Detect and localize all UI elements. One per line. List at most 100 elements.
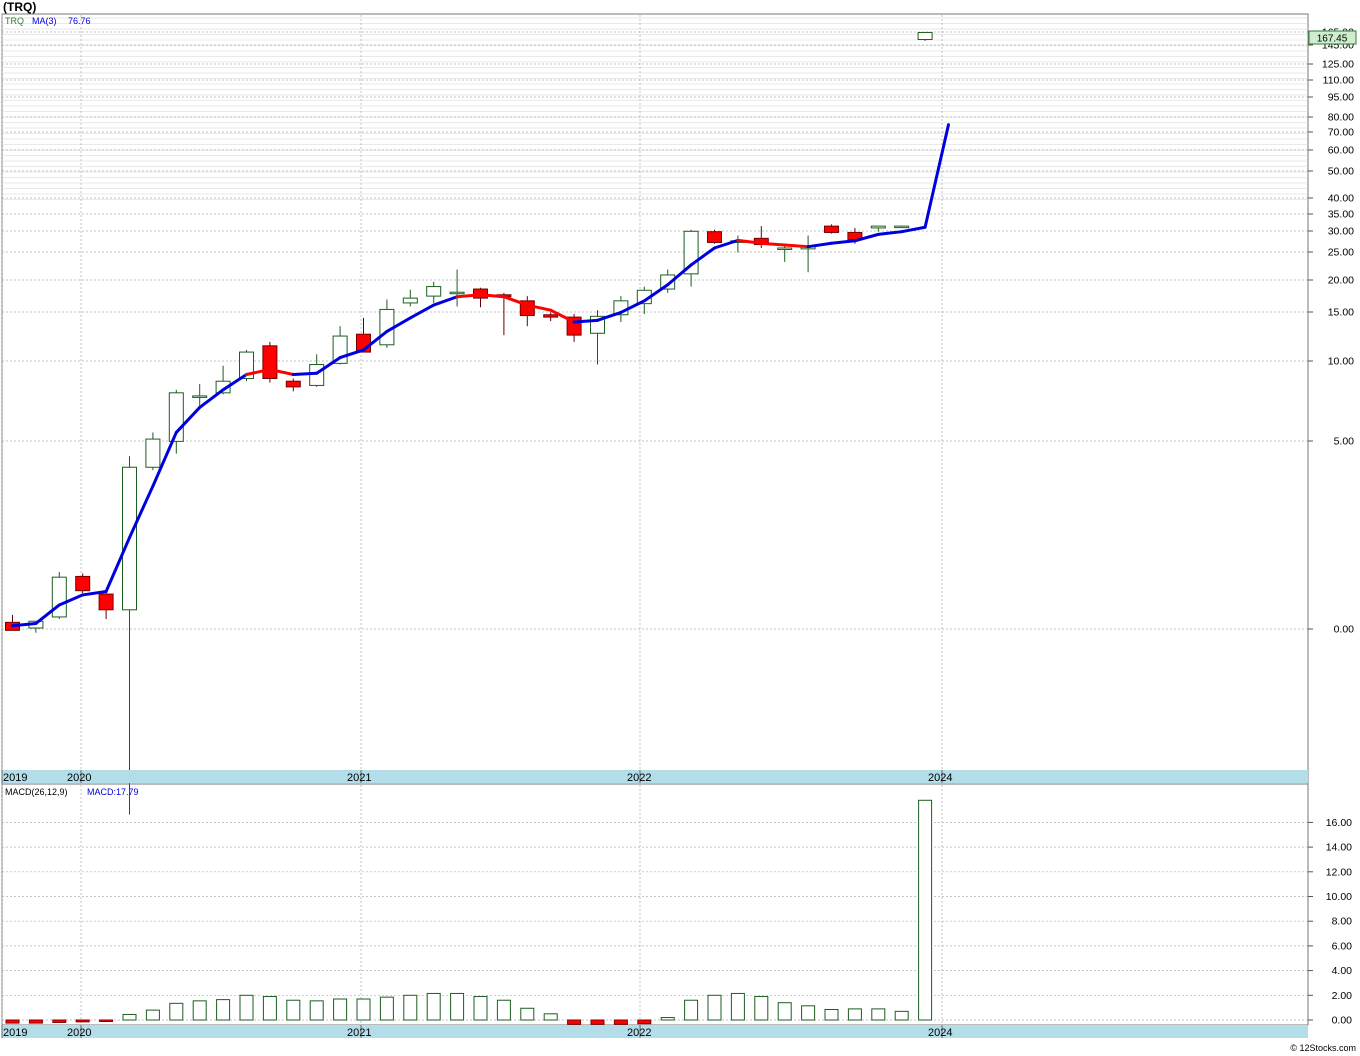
candle	[262, 341, 278, 383]
macd-bar	[520, 1007, 535, 1021]
macd-bar	[145, 1009, 160, 1021]
macd-bar	[333, 998, 348, 1021]
macd-bar	[543, 1013, 558, 1021]
macd-bar	[871, 1008, 886, 1021]
price-tick-label: 80.00	[1328, 112, 1354, 124]
macd-bar	[28, 1019, 43, 1024]
macd-tick-label: 12.00	[1326, 866, 1352, 878]
price-tick-label: 125.00	[1322, 59, 1354, 71]
macd-bar	[99, 1019, 114, 1022]
credit-text: © 12Stocks.com	[1290, 1043, 1356, 1053]
macd-tick-label: 2.00	[1332, 990, 1353, 1002]
price-tick-label: 110.00	[1323, 75, 1354, 87]
price-tick-label: 30.00	[1328, 226, 1354, 238]
candle-body	[917, 31, 933, 40]
date-label: 2024	[928, 772, 952, 784]
candle-body	[98, 593, 114, 611]
price-axis: 165.00145.00125.00110.0095.0080.0070.006…	[1308, 27, 1354, 636]
candle-body	[426, 286, 442, 297]
ma-segment	[759, 241, 787, 247]
chart-title: (TRQ)	[3, 0, 36, 14]
date-label: 2024	[928, 1027, 952, 1039]
macd-bar	[660, 1017, 675, 1021]
ma-segment	[291, 371, 319, 377]
macd-bar	[777, 1002, 792, 1021]
price-tick-label: 50.00	[1328, 166, 1354, 178]
candle-body	[285, 380, 301, 388]
price-tick-label: 35.00	[1328, 209, 1354, 221]
candle-body	[894, 225, 910, 229]
macd-bar	[613, 1019, 628, 1025]
macd-label: MACD(26,12,9)	[5, 787, 68, 797]
candle-body	[51, 576, 67, 618]
candle-body	[824, 225, 839, 233]
macd-bar	[356, 998, 371, 1021]
macd-bar	[801, 1005, 816, 1021]
price-tick-label: 95.00	[1328, 92, 1354, 104]
candle	[51, 572, 67, 620]
candle-body	[449, 291, 465, 295]
date-label: 2022	[627, 1027, 651, 1039]
candle-body	[75, 575, 91, 592]
price-tick-label: 70.00	[1328, 127, 1354, 139]
legend-ma-label: MA(3)	[32, 16, 57, 26]
date-label: 2020	[67, 1027, 91, 1039]
date-label: 2021	[347, 1027, 371, 1039]
macd-bar	[403, 994, 418, 1021]
date-label: 2022	[627, 772, 651, 784]
footer	[0, 1040, 1360, 1056]
macd-bar	[918, 799, 933, 1021]
candle	[707, 229, 722, 244]
macd-bar	[5, 1019, 20, 1024]
macd-bar	[379, 996, 394, 1021]
macd-bar	[637, 1019, 652, 1025]
macd-bar	[450, 992, 465, 1021]
candle-body	[707, 231, 722, 243]
stock-chart: (TRQ) TRQ MA(3) 76.76 165.00145.00125.00…	[0, 0, 1360, 1056]
ma-segment	[572, 318, 599, 324]
price-tick-label: 20.00	[1328, 275, 1354, 287]
candle-body	[402, 297, 418, 304]
candle-body	[777, 247, 793, 250]
date-label: 2021	[347, 772, 371, 784]
macd-axis: 16.00 14.00 12.00 10.00 8.00 6.00 4.00 2.00 0.00	[1308, 817, 1352, 1027]
macd-bar	[216, 999, 231, 1021]
candle-body	[870, 225, 886, 229]
macd-bar	[75, 1019, 90, 1023]
macd-value: MACD:17.79	[87, 787, 139, 797]
macd-bar	[730, 992, 745, 1021]
macd-tick-label: 10.00	[1326, 891, 1352, 903]
candle	[894, 225, 910, 229]
macd-tick-label: 16.00	[1326, 817, 1352, 829]
macd-bar	[567, 1019, 582, 1025]
ma-segment	[783, 243, 810, 249]
price-tick-label: 15.00	[1328, 307, 1354, 319]
chart-frame	[1, 13, 1309, 1026]
macd-bar	[754, 996, 769, 1021]
date-label: 2020	[67, 772, 91, 784]
ma-segment	[455, 293, 482, 299]
date-label: 2019	[3, 772, 27, 784]
legend-ticker: TRQ	[5, 16, 24, 26]
date-axis-band	[2, 770, 1308, 783]
price-tick-label: 25.00	[1328, 247, 1354, 259]
candle	[75, 573, 91, 594]
candle-body	[192, 395, 208, 398]
macd-bar	[894, 1010, 909, 1021]
macd-tick-label: 8.00	[1332, 916, 1353, 928]
last-price-value: 167.45	[1317, 34, 1348, 45]
macd-bar	[684, 999, 699, 1021]
ma-segment	[479, 293, 506, 299]
macd-tick-label: 14.00	[1326, 842, 1352, 854]
macd-bar	[52, 1019, 67, 1023]
macd-bar	[496, 999, 511, 1021]
candle-body	[145, 438, 161, 468]
macd-bar	[590, 1019, 605, 1025]
candle	[917, 31, 933, 41]
macd-bar	[309, 1000, 324, 1021]
price-tick-label: 10.00	[1328, 356, 1354, 368]
macd-bar	[824, 1009, 839, 1021]
macd-tick-label: 4.00	[1332, 965, 1353, 977]
candle-body	[262, 345, 278, 379]
macd-bar	[707, 994, 722, 1021]
